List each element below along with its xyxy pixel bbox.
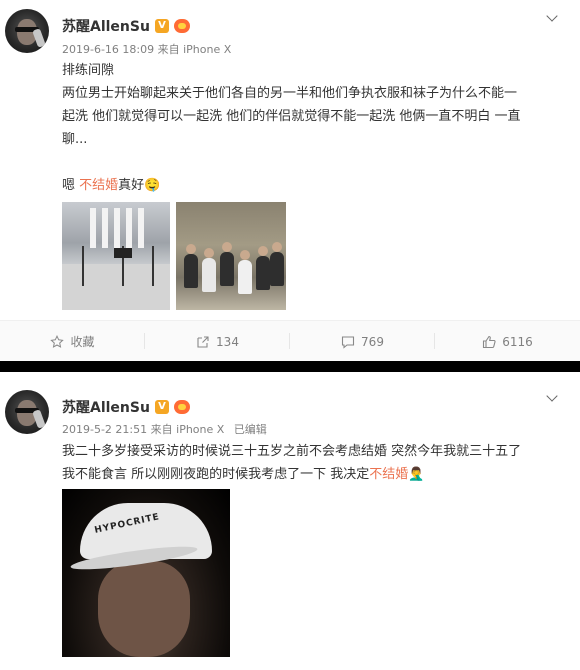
post-image-rehearsal-room[interactable]	[62, 202, 170, 310]
post-meta: 2019-6-16 18:09 来自 iPhone X	[62, 41, 231, 57]
username[interactable]: 苏醒AllenSu	[62, 397, 150, 417]
post-text: 我二十多岁接受采访的时候说三十五岁之前不会考虑结婚 突然今年我就三十五了 我不能…	[62, 440, 562, 486]
edited-label[interactable]: 已编辑	[234, 423, 267, 436]
like-button[interactable]: 6116	[435, 321, 580, 362]
text-line: 起洗 他们就觉得可以一起洗 他们的伴侣就觉得不能一起洗 他俩一直不明白 一直	[62, 109, 521, 124]
comment-count: 769	[361, 334, 384, 349]
action-bar: 收藏 134 769 6116	[0, 320, 580, 361]
hashtag-link[interactable]: 不结婚	[369, 467, 408, 482]
text-line: 嗯 不结婚真好🤤	[62, 178, 161, 193]
source: 来自 iPhone X	[157, 43, 232, 56]
avatar[interactable]	[5, 9, 49, 53]
source: 来自 iPhone X	[150, 423, 225, 436]
level-badge-icon	[173, 19, 190, 33]
comment-icon	[341, 335, 355, 349]
collect-button[interactable]: 收藏	[0, 321, 145, 362]
collect-label: 收藏	[70, 335, 95, 349]
timestamp[interactable]: 2019-5-2 21:51	[62, 423, 147, 436]
like-count: 6116	[502, 334, 533, 349]
post-meta: 2019-5-2 21:51 来自 iPhone X 已编辑	[62, 421, 267, 437]
text-line: 两位男士开始聊起来关于他们各自的另一半和他们争执衣服和袜子为什么不能一	[62, 86, 518, 101]
post-text: 排练间隙 两位男士开始聊起来关于他们各自的另一半和他们争执衣服和袜子为什么不能一…	[62, 59, 562, 197]
emoji-icon: 🤦‍♂️	[408, 467, 425, 482]
post-image-group-photo[interactable]	[176, 202, 286, 310]
comment-button[interactable]: 769	[290, 321, 435, 362]
star-icon	[50, 334, 65, 348]
text-line: 我不能食言 所以刚刚夜跑的时候我考虑了一下 我决定不结婚🤦‍♂️	[62, 467, 425, 482]
level-badge-icon	[173, 400, 190, 414]
text-line: 排练间隙	[62, 63, 115, 78]
chevron-down-icon[interactable]	[547, 395, 558, 402]
timestamp[interactable]: 2019-6-16 18:09	[62, 43, 154, 56]
hashtag-link[interactable]: 不结婚	[79, 178, 118, 193]
avatar[interactable]	[5, 390, 49, 434]
username-row: 苏醒AllenSu V	[62, 397, 190, 417]
share-count: 134	[216, 334, 239, 349]
verified-badge-icon: V	[154, 19, 169, 33]
text-line: 我二十多岁接受采访的时候说三十五岁之前不会考虑结婚 突然今年我就三十五了	[62, 444, 522, 459]
text-line: 聊...	[62, 132, 88, 147]
like-icon	[483, 335, 496, 348]
post-separator	[0, 361, 580, 372]
chevron-down-icon[interactable]	[547, 15, 558, 22]
weibo-post-1: 苏醒AllenSu V 2019-6-16 18:09 来自 iPhone X …	[0, 0, 580, 361]
username-row: 苏醒AllenSu V	[62, 16, 190, 36]
share-button[interactable]: 134	[145, 321, 290, 362]
verified-badge-icon: V	[154, 400, 169, 414]
post-image-selfie[interactable]: HYPOCRITE	[62, 489, 230, 657]
emoji-icon: 🤤	[144, 178, 161, 193]
username[interactable]: 苏醒AllenSu	[62, 16, 150, 36]
share-icon	[197, 335, 209, 348]
